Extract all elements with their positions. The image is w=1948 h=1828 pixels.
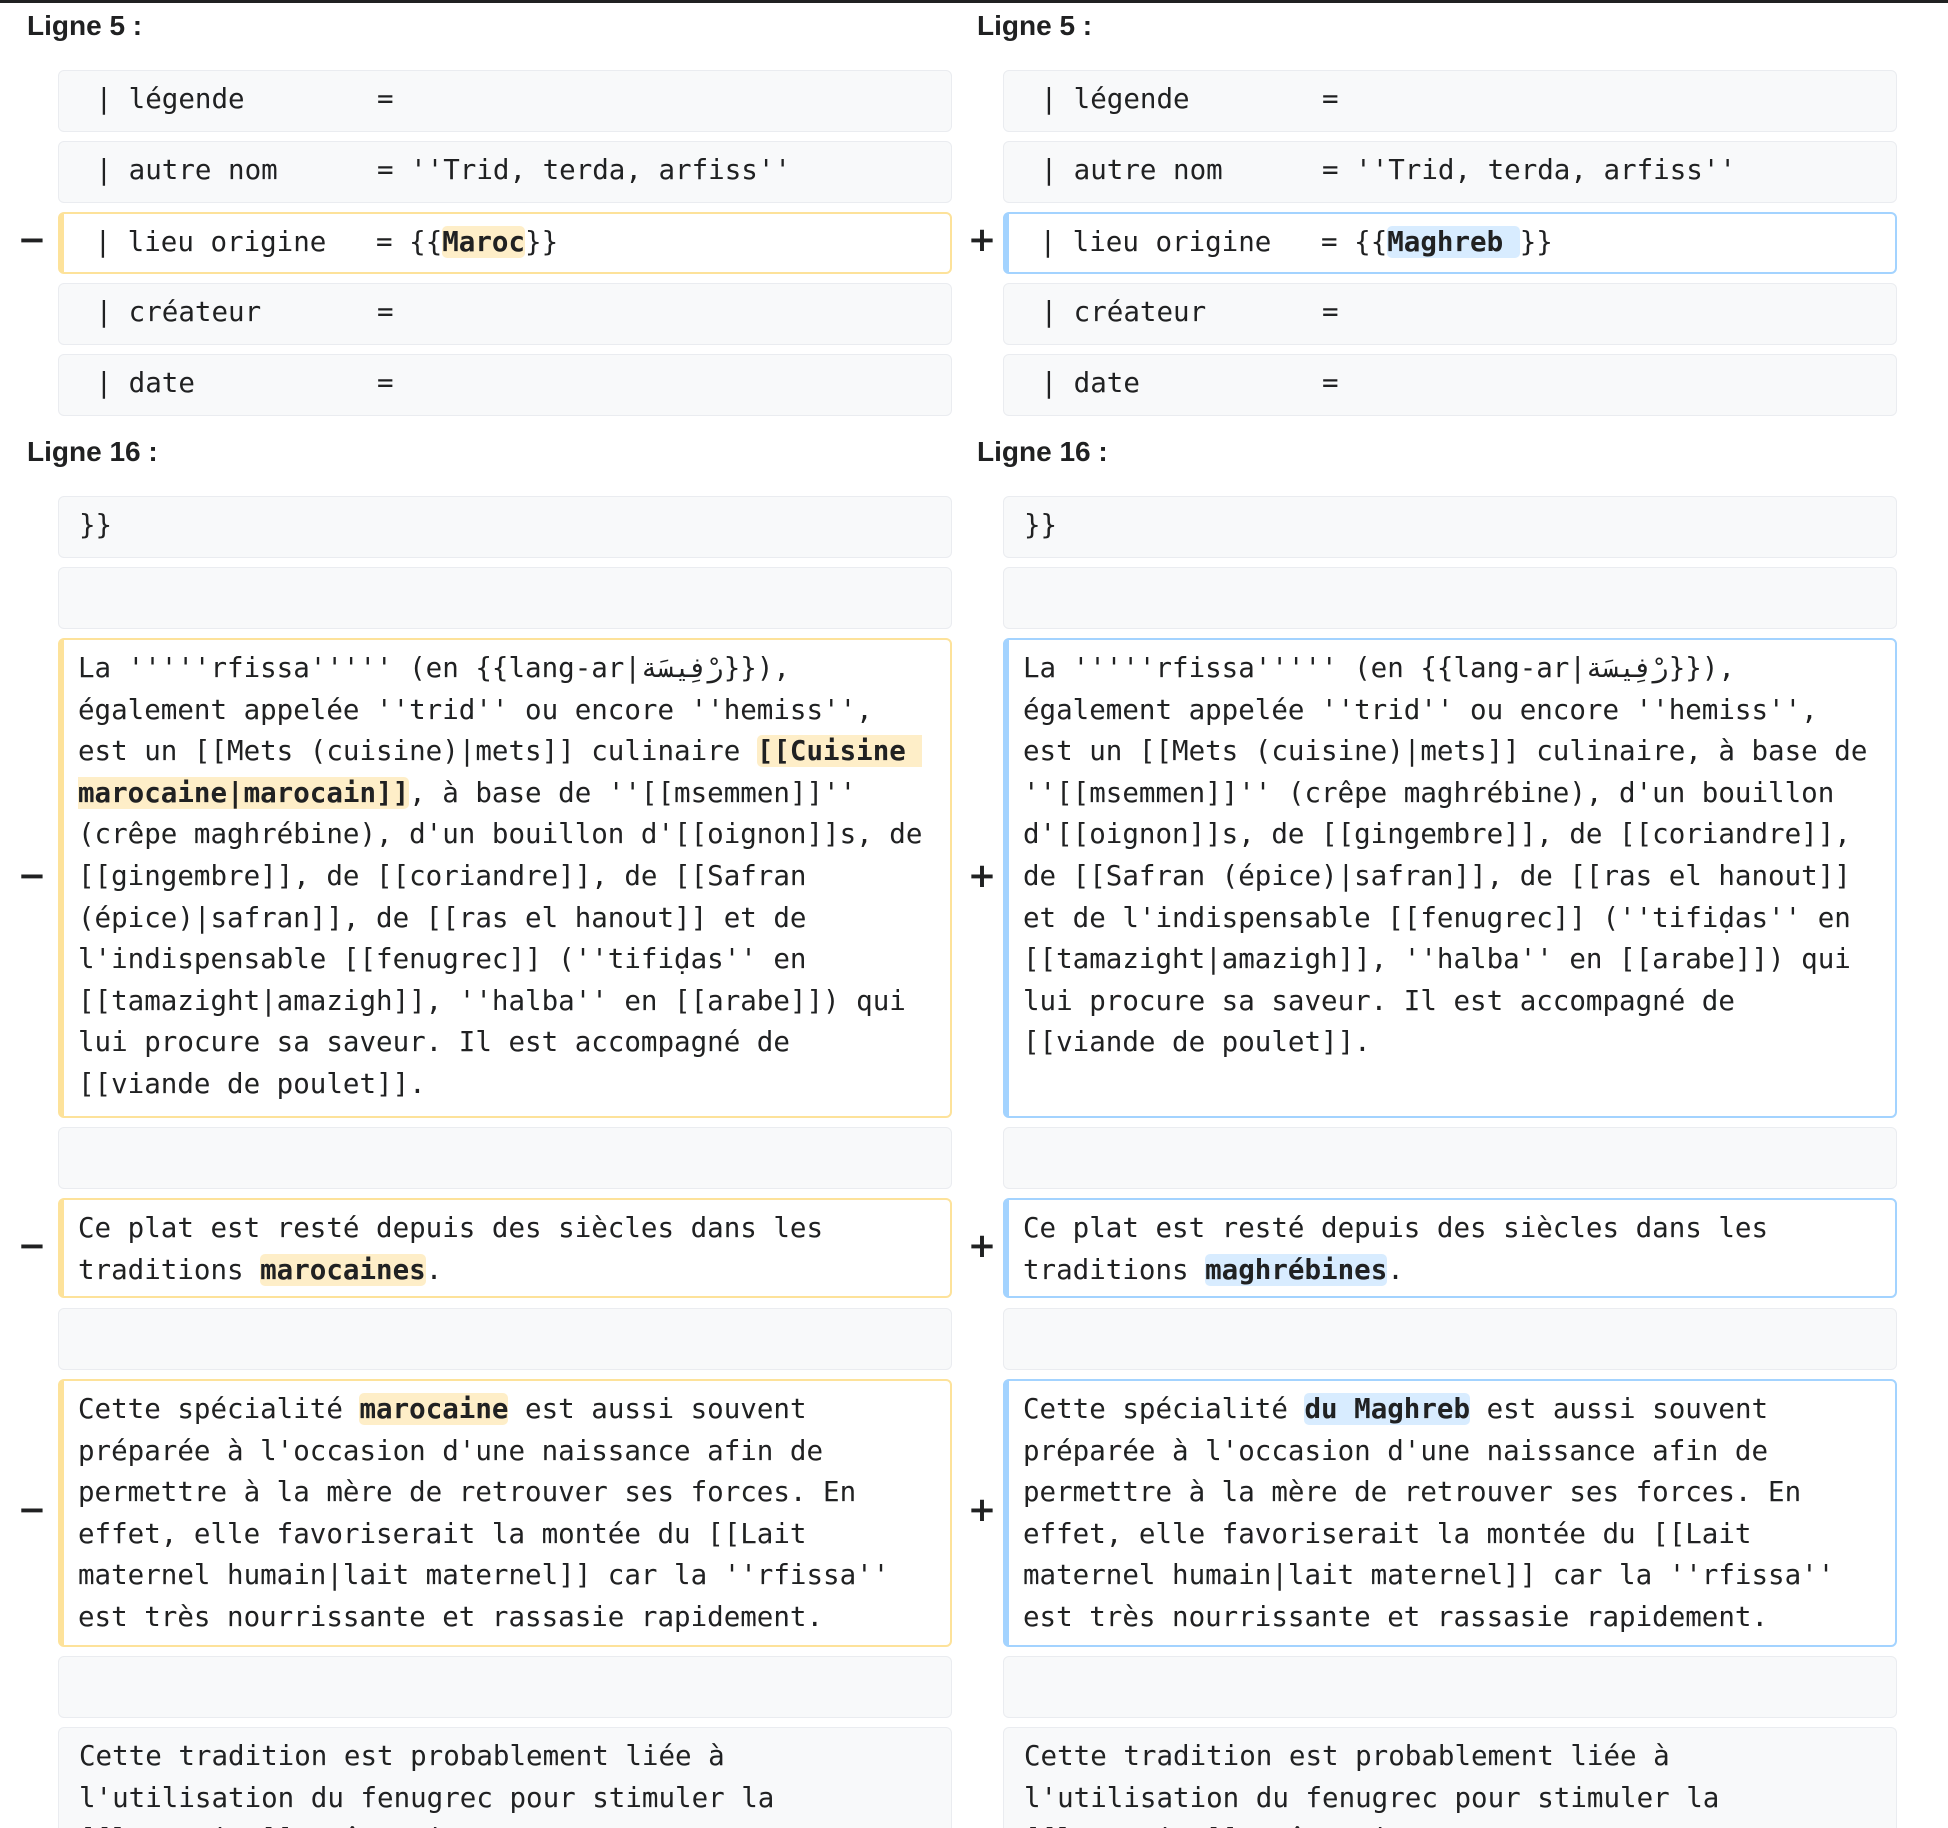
line-text: . xyxy=(425,1253,443,1286)
context-line-close-braces-left: }} xyxy=(58,496,952,558)
deleted-word-highlight: Maroc xyxy=(442,226,526,258)
context-paragraph-tradition-left: Cette tradition est probablement liée à … xyxy=(58,1727,952,1828)
added-paragraph-traditions: Ce plat est resté depuis des siècles dan… xyxy=(1003,1198,1897,1298)
context-line-legende-left: | légende = xyxy=(58,70,952,132)
plus-marker: + xyxy=(967,1490,997,1530)
line-number-header-left: Ligne 16 : xyxy=(27,436,158,467)
line-text: . xyxy=(1387,1253,1404,1286)
deleted-paragraph-rfissa: La '''''rfissa''''' (en {{lang-ar|رْفِيس… xyxy=(58,638,952,1118)
line-text: | lieu origine = {{ xyxy=(1023,226,1388,258)
added-paragraph-specialite: Cette spécialité du Maghreb est aussi so… xyxy=(1003,1379,1897,1647)
context-line-createur-right: | créateur = xyxy=(1003,283,1897,345)
plus-marker: + xyxy=(967,856,997,896)
context-line-empty-left xyxy=(58,567,952,629)
line-text: Cette spécialité xyxy=(1023,1393,1305,1425)
added-paragraph-rfissa: La '''''rfissa''''' (en {{lang-ar|رْفِيس… xyxy=(1003,638,1897,1118)
added-word-highlight: du Maghreb xyxy=(1304,1393,1471,1425)
context-line-empty-left xyxy=(58,1308,952,1370)
deleted-paragraph-traditions: Ce plat est resté depuis des siècles dan… xyxy=(58,1198,952,1298)
context-line-empty-right xyxy=(1003,1308,1897,1370)
added-word-highlight: maghrébines xyxy=(1205,1253,1388,1286)
line-text: | lieu origine = {{ xyxy=(78,226,443,258)
deleted-line-lieu-origine: | lieu origine = {{Maroc}} xyxy=(58,212,952,274)
line-number-header-right: Ligne 5 : xyxy=(977,10,1093,41)
minus-marker: − xyxy=(17,220,47,260)
diff-table: Ligne 5 : Ligne 5 : | légende = | légend… xyxy=(0,0,1948,1828)
context-line-autre-nom-right: | autre nom = ''Trid, terda, arfiss'' xyxy=(1003,141,1897,203)
line-text: , à base de ''[[msemmen]]'' (crêpe maghr… xyxy=(78,776,939,1100)
context-line-createur-left: | créateur = xyxy=(58,283,952,345)
context-line-empty-right xyxy=(1003,1127,1897,1189)
line-text: Ce plat est resté depuis des siècles dan… xyxy=(78,1212,840,1286)
line-number-header-right: Ligne 16 : xyxy=(977,436,1108,467)
minus-marker: − xyxy=(17,1226,47,1266)
context-line-empty-right xyxy=(1003,567,1897,629)
minus-marker: − xyxy=(17,1490,47,1530)
context-paragraph-tradition-right: Cette tradition est probablement liée à … xyxy=(1003,1727,1897,1828)
line-text: est aussi souvent préparée à l'occasion … xyxy=(78,1393,906,1633)
deleted-word-highlight: marocaines xyxy=(260,1253,426,1286)
line-text: }} xyxy=(1519,226,1553,258)
deleted-paragraph-specialite: Cette spécialité marocaine est aussi sou… xyxy=(58,1379,952,1647)
context-line-legende-right: | légende = xyxy=(1003,70,1897,132)
context-line-empty-right xyxy=(1003,1656,1897,1718)
deleted-word-highlight: marocaine xyxy=(359,1393,509,1425)
line-text: }} xyxy=(525,226,559,258)
line-number-header-left: Ligne 5 : xyxy=(27,10,143,41)
added-word-highlight: Maghreb xyxy=(1387,226,1520,258)
added-line-lieu-origine: | lieu origine = {{Maghreb }} xyxy=(1003,212,1897,274)
plus-marker: + xyxy=(967,220,997,260)
context-line-autre-nom-left: | autre nom = ''Trid, terda, arfiss'' xyxy=(58,141,952,203)
context-line-date-left: | date = xyxy=(58,354,952,416)
line-text: Cette spécialité xyxy=(78,1393,360,1425)
context-line-close-braces-right: }} xyxy=(1003,496,1897,558)
context-line-empty-left xyxy=(58,1656,952,1718)
context-line-empty-left xyxy=(58,1127,952,1189)
minus-marker: − xyxy=(17,856,47,896)
context-line-date-right: | date = xyxy=(1003,354,1897,416)
plus-marker: + xyxy=(967,1226,997,1266)
line-text: est aussi souvent préparée à l'occasion … xyxy=(1023,1393,1851,1633)
